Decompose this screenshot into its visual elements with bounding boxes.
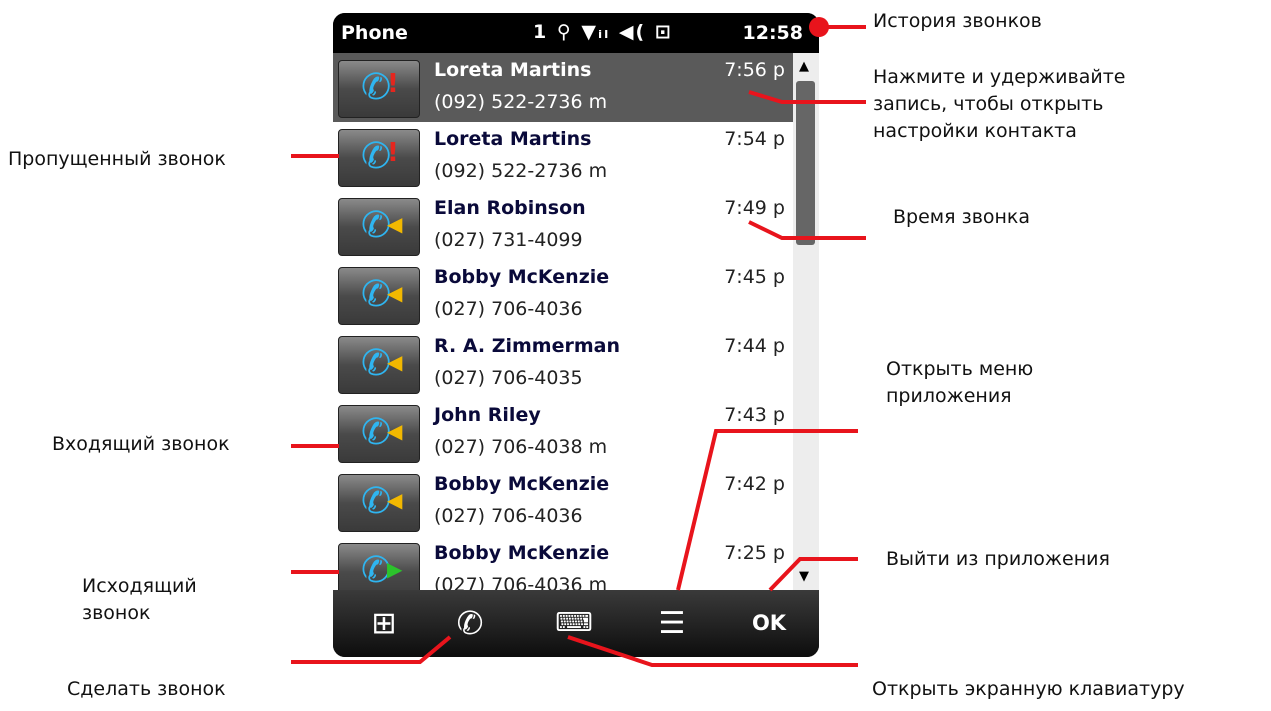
contact-name: Bobby McKenzie <box>434 542 610 564</box>
contact-name: Loreta Martins <box>434 59 592 81</box>
status-icons: 1 ⚲ ▼ᵢₗ ◀( ⊡ <box>533 21 673 43</box>
keyboard-icon[interactable]: ⌨ <box>549 590 599 657</box>
call-time: 7:49 p <box>724 197 785 219</box>
contact-name: Bobby McKenzie <box>434 266 610 288</box>
call-time: 7:43 p <box>724 404 785 426</box>
phone-number: (027) 706-4036 <box>434 505 583 527</box>
phone-number: (092) 522-2736 m <box>434 160 608 182</box>
missed-mark-icon: ! <box>387 69 399 99</box>
call-history-row[interactable]: ✆ ◀ Elan Robinson (027) 731-4099 7:49 p <box>333 191 793 261</box>
scroll-up-arrow-icon[interactable]: ▲ <box>799 59 809 74</box>
contact-name: Elan Robinson <box>434 197 586 219</box>
call-time: 7:25 p <box>724 542 785 564</box>
incoming-call-icon[interactable]: ✆ ◀ <box>338 405 420 463</box>
phone-handset-icon[interactable]: ✆ <box>445 590 495 657</box>
clock: 12:58 <box>742 22 803 44</box>
phone-number: (092) 522-2736 m <box>434 91 608 113</box>
call-history-list: ✆! Loreta Martins (092) 522-2736 m 7:56 p ✆!… <box>333 53 793 590</box>
scroll-down-arrow-icon[interactable]: ▼ <box>799 569 809 584</box>
call-time: 7:44 p <box>724 335 785 357</box>
annotation-tap-hold: Нажмите и удерживайте запись, чтобы откр… <box>873 66 1126 142</box>
incoming-mark-icon: ◀ <box>387 488 403 512</box>
incoming-mark-icon: ◀ <box>387 350 403 374</box>
call-history-row[interactable]: ✆ ▶ Bobby McKenzie (027) 706-4036 m 7:25 p <box>333 536 793 590</box>
call-time: 7:42 p <box>724 473 785 495</box>
missed-call-icon[interactable]: ✆! <box>338 60 420 118</box>
scroll-thumb[interactable] <box>796 81 815 245</box>
call-time: 7:54 p <box>724 128 785 150</box>
app-title: Phone <box>341 22 408 44</box>
contact-name: Loreta Martins <box>434 128 592 150</box>
incoming-call-icon[interactable]: ✆ ◀ <box>338 267 420 325</box>
incoming-mark-icon: ◀ <box>387 212 403 236</box>
outgoing-mark-icon: ▶ <box>387 557 403 581</box>
incoming-call-icon[interactable]: ✆ ◀ <box>338 198 420 256</box>
call-history-row[interactable]: ✆! Loreta Martins (092) 522-2736 m 7:54 p <box>333 122 793 192</box>
phone-screen: Phone 1 ⚲ ▼ᵢₗ ◀( ⊡ 12:58 ✆! Loreta Martin… <box>333 13 819 657</box>
annotation-open-keyboard: Открыть экранную клавиатуру <box>872 678 1185 700</box>
call-history-row[interactable]: ✆ ◀ John Riley (027) 706-4038 m 7:43 p <box>333 398 793 468</box>
contact-name: Bobby McKenzie <box>434 473 610 495</box>
status-bar: Phone 1 ⚲ ▼ᵢₗ ◀( ⊡ 12:58 <box>333 13 819 53</box>
phone-number: (027) 706-4036 m <box>434 574 608 590</box>
contact-name: R. A. Zimmerman <box>434 335 620 357</box>
annotation-missed-call: Пропущенный звонок <box>8 148 226 170</box>
call-history-row[interactable]: ✆ ◀ Bobby McKenzie (027) 706-4036 7:42 p <box>333 467 793 537</box>
phone-number: (027) 706-4038 m <box>434 436 608 458</box>
annotation-call-history: История звонков <box>873 10 1042 32</box>
call-time: 7:45 p <box>724 266 785 288</box>
incoming-mark-icon: ◀ <box>387 281 403 305</box>
call-history-row[interactable]: ✆ ◀ R. A. Zimmerman (027) 706-4035 7:44 p <box>333 329 793 399</box>
annotation-outgoing-call: Исходящий звонок <box>82 575 197 624</box>
incoming-call-icon[interactable]: ✆ ◀ <box>338 474 420 532</box>
annotation-incoming-call: Входящий звонок <box>52 433 230 455</box>
call-time: 7:56 p <box>724 59 785 81</box>
ok-button[interactable]: OK <box>741 590 797 657</box>
phone-number: (027) 706-4035 <box>434 367 583 389</box>
call-history-row[interactable]: ✆! Loreta Martins (092) 522-2736 m 7:56 p <box>333 53 793 123</box>
call-history-row[interactable]: ✆ ◀ Bobby McKenzie (027) 706-4036 7:45 p <box>333 260 793 330</box>
soft-key-bar: ⊞ ✆ ⌨ ☰ OK <box>333 590 819 657</box>
annotation-open-menu: Открыть меню приложения <box>886 358 1034 407</box>
incoming-call-icon[interactable]: ✆ ◀ <box>338 336 420 394</box>
incoming-mark-icon: ◀ <box>387 419 403 443</box>
menu-icon[interactable]: ☰ <box>647 590 697 657</box>
missed-mark-icon: ! <box>387 138 399 168</box>
annotation-exit-app: Выйти из приложения <box>886 548 1110 570</box>
scrollbar[interactable]: ▲ ▼ <box>793 53 819 590</box>
annotation-make-call: Сделать звонок <box>67 678 226 700</box>
phone-number: (027) 731-4099 <box>434 229 583 251</box>
outgoing-call-icon[interactable]: ✆ ▶ <box>338 543 420 590</box>
missed-call-icon[interactable]: ✆! <box>338 129 420 187</box>
phone-number: (027) 706-4036 <box>434 298 583 320</box>
annotation-call-time: Время звонка <box>893 206 1031 228</box>
contact-name: John Riley <box>434 404 541 426</box>
windows-start-icon[interactable]: ⊞ <box>359 590 409 657</box>
